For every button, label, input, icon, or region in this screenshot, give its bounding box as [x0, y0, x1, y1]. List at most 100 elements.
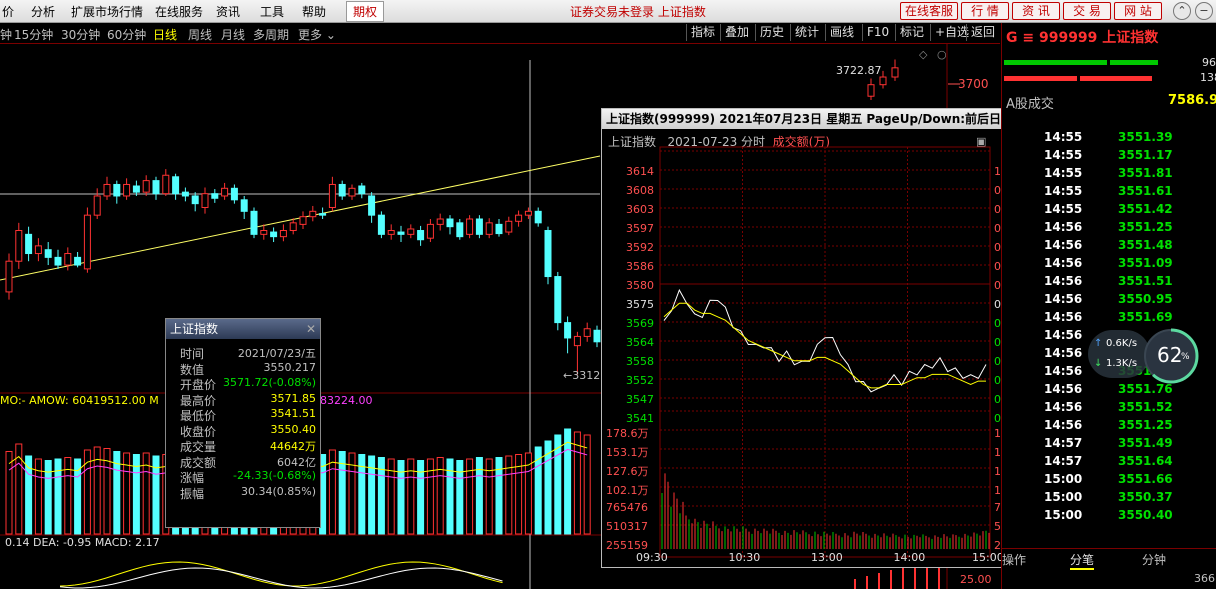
- menu-item-extended-market[interactable]: 扩展市场行情: [71, 3, 143, 20]
- tool-f10[interactable]: F10: [862, 24, 889, 41]
- level-value-2: 138: [1200, 71, 1216, 84]
- tool-back[interactable]: 返回: [966, 24, 995, 41]
- candle-body: [593, 329, 601, 343]
- menu-item-online-service[interactable]: 在线服务: [155, 3, 203, 20]
- period-minute[interactable]: 钟: [0, 26, 12, 43]
- menu-item-price[interactable]: 价: [2, 3, 14, 20]
- candle-body: [279, 230, 287, 238]
- candle-body: [417, 230, 425, 241]
- intraday-chart-svg: [659, 146, 991, 558]
- info-row-label: 最低价: [180, 409, 217, 423]
- period-15min[interactable]: 15分钟: [14, 26, 53, 43]
- tool-indicator[interactable]: 指标: [686, 24, 715, 41]
- tool-statistics[interactable]: 统计: [790, 24, 819, 41]
- candle-body: [132, 185, 140, 193]
- candle-body: [891, 67, 899, 78]
- tool-draw[interactable]: 画线: [825, 24, 854, 41]
- intraday-price-tick: 3547: [626, 393, 654, 406]
- volume-bar: [564, 428, 572, 535]
- collapse-icon[interactable]: ⌃: [1173, 2, 1191, 20]
- info-row-value: -24.33(-0.68%): [233, 469, 316, 482]
- news-button[interactable]: 资 讯: [1012, 2, 1060, 20]
- tab-operate[interactable]: 操作: [1002, 551, 1026, 568]
- tick-row: 14:56 3551.09: [1044, 256, 1214, 274]
- circle-icon[interactable]: ○: [937, 48, 947, 61]
- info-row-value: 2021/07/23/五: [237, 347, 316, 360]
- candle-body: [93, 195, 101, 216]
- period-toolbar: 钟 15分钟 30分钟 60分钟 日线 周线 月线 多周期 更多 ⌄ 指标 叠加…: [0, 23, 1000, 44]
- tool-mark[interactable]: 标记: [895, 24, 924, 41]
- tick-price: 3551.25: [1118, 220, 1173, 234]
- tick-time: 14:56: [1044, 346, 1083, 360]
- period-30min[interactable]: 30分钟: [61, 26, 100, 43]
- candle-body: [181, 191, 189, 197]
- tick-row: 14:56 3551.51: [1044, 274, 1214, 292]
- info-row-value: 3541.51: [270, 407, 317, 420]
- tick-row: 14:55 3551.39: [1044, 130, 1214, 148]
- intraday-vol-tick-left: 127.6万: [606, 465, 649, 478]
- period-more[interactable]: 更多 ⌄: [298, 26, 336, 43]
- tick-price: 3551.52: [1118, 400, 1173, 414]
- close-icon[interactable]: ✕: [306, 319, 316, 339]
- intraday-price-tick: 3592: [626, 241, 654, 254]
- menu-bar: 价 分析 扩展市场行情 在线服务 资讯 工具 帮助 期权 证券交易未登录 上证指…: [0, 0, 1216, 23]
- menu-item-tools[interactable]: 工具: [260, 3, 284, 20]
- download-speed: 1.3K/s: [1106, 358, 1138, 369]
- trade-button[interactable]: 交 易: [1063, 2, 1111, 20]
- menu-item-analysis[interactable]: 分析: [31, 3, 55, 20]
- crosshair-info-box[interactable]: 上证指数 ✕ 时间 2021/07/23/五 数值 3550.217 开盘价 3571.72…: [165, 318, 321, 528]
- online-support-button[interactable]: 在线客服: [900, 2, 958, 20]
- candle-body: [152, 180, 160, 195]
- tick-time: 14:55: [1044, 166, 1083, 180]
- tick-row: 14:56 3551.52: [1044, 400, 1214, 418]
- candle-body: [211, 193, 219, 199]
- period-daily[interactable]: 日线: [153, 26, 177, 43]
- website-button[interactable]: 网 站: [1114, 2, 1162, 20]
- intraday-price-tick: 3558: [626, 355, 654, 368]
- tool-history[interactable]: 历史: [755, 24, 784, 41]
- diamond-icon[interactable]: ◇: [919, 48, 927, 61]
- quote-button[interactable]: 行 情: [961, 2, 1009, 20]
- info-row-value: 30.34(0.85%): [240, 484, 316, 498]
- tab-minutes[interactable]: 分钟: [1142, 551, 1166, 568]
- volume-indicator-value: 83224.00: [320, 394, 373, 407]
- info-row-value: 3550.40: [270, 422, 317, 436]
- period-multi[interactable]: 多周期: [253, 26, 289, 43]
- intraday-price-tick: 3586: [626, 260, 654, 273]
- tick-time: 14:56: [1044, 328, 1083, 342]
- intraday-popup[interactable]: 上证指数(999999) 2021年07月23日 星期五 PageUp/Down…: [601, 108, 1043, 568]
- intraday-price-tick: 3552: [626, 374, 654, 387]
- candle-body: [221, 187, 229, 197]
- info-row-value: 3550.217: [263, 360, 317, 374]
- menu-item-help[interactable]: 帮助: [302, 3, 326, 20]
- tool-add-watchlist[interactable]: +自选: [930, 24, 969, 41]
- tick-price: 3551.81: [1118, 166, 1173, 180]
- period-monthly[interactable]: 月线: [221, 26, 245, 43]
- candle-body: [25, 233, 33, 255]
- tick-time: 14:56: [1044, 220, 1083, 234]
- candle-body: [495, 223, 503, 235]
- menu-item-options[interactable]: 期权: [346, 1, 385, 22]
- tick-time: 14:56: [1044, 274, 1083, 288]
- network-speed-meter[interactable]: ↑ 0.6K/s ↓ 1.3K/s 62 %: [1088, 328, 1199, 384]
- intraday-price-tick: 3575: [626, 298, 654, 311]
- intraday-time-tick: 15:00: [972, 551, 1004, 564]
- info-row-label: 涨幅: [180, 471, 205, 485]
- tool-overlay[interactable]: 叠加: [720, 24, 749, 41]
- candle-body: [397, 231, 405, 235]
- menu-item-news[interactable]: 资讯: [216, 3, 240, 20]
- candle-body: [54, 256, 62, 266]
- candle-body: [15, 230, 23, 262]
- tick-time: 14:55: [1044, 130, 1083, 144]
- candle-body: [446, 218, 454, 228]
- candle-body: [456, 222, 464, 238]
- download-arrow-icon: ↓: [1094, 358, 1103, 369]
- info-row-label: 成交额: [180, 455, 217, 470]
- tick-time: 14:56: [1044, 238, 1083, 252]
- period-60min[interactable]: 60分钟: [107, 26, 146, 43]
- tab-ticks[interactable]: 分笔: [1070, 551, 1095, 570]
- tick-row: 14:55 3551.81: [1044, 166, 1214, 184]
- minimize-icon[interactable]: −: [1195, 2, 1213, 20]
- period-weekly[interactable]: 周线: [188, 26, 212, 43]
- tick-row: 14:56 3551.69: [1044, 310, 1214, 328]
